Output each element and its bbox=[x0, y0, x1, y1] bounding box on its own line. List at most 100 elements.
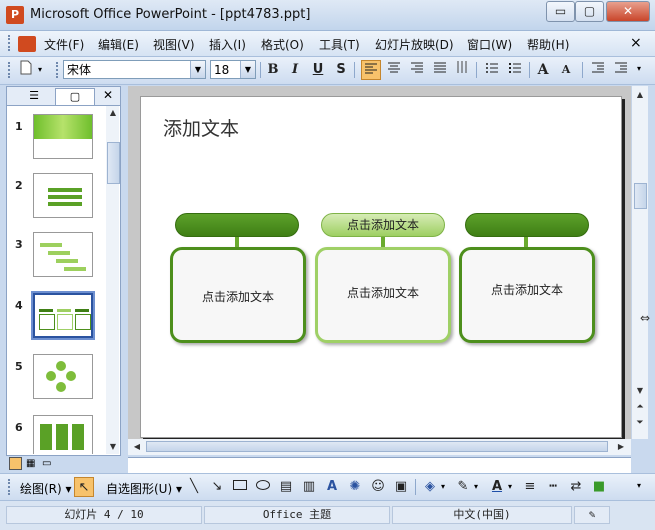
diagram-icon[interactable]: ✺ bbox=[345, 477, 365, 497]
scroll-down-icon[interactable]: ▼ bbox=[633, 384, 647, 398]
toolbar-grip[interactable] bbox=[8, 35, 13, 51]
spellcheck-icon[interactable]: ✎ bbox=[574, 506, 610, 524]
numbered-list-icon[interactable] bbox=[482, 60, 502, 80]
arrow-tool-icon[interactable]: ↘ bbox=[207, 477, 227, 497]
previous-slide-icon[interactable]: ⏶ bbox=[633, 400, 647, 414]
dropdown-arrow-icon[interactable]: ▾ bbox=[38, 65, 42, 74]
font-color-icon[interactable]: A bbox=[487, 477, 507, 497]
menu-insert[interactable]: 插入(I) bbox=[209, 36, 246, 53]
bold-button[interactable]: B bbox=[263, 60, 283, 80]
menu-view[interactable]: 视图(V) bbox=[153, 36, 195, 53]
minimize-button[interactable]: ▭ bbox=[546, 1, 575, 22]
grow-font-button[interactable]: A bbox=[533, 60, 553, 80]
menu-help[interactable]: 帮助(H) bbox=[527, 36, 569, 53]
chevron-down-icon[interactable]: ▾ bbox=[441, 482, 445, 491]
slide-thumbnail-2[interactable] bbox=[33, 173, 93, 218]
font-size-select[interactable]: 18 ▼ bbox=[210, 60, 256, 79]
oval-tool-icon[interactable] bbox=[253, 477, 273, 497]
shrink-font-button[interactable]: A bbox=[556, 60, 576, 80]
align-left-icon[interactable] bbox=[361, 60, 381, 80]
text-shadow-button[interactable]: S bbox=[331, 60, 351, 80]
current-slide[interactable]: 添加文本 点击添加文本 点击添加文本 点击添加文本 点击添加文本 bbox=[140, 96, 622, 438]
menu-format[interactable]: 格式(O) bbox=[261, 36, 304, 53]
align-right-icon[interactable] bbox=[407, 60, 427, 80]
dash-style-icon[interactable]: ┅ bbox=[543, 477, 563, 497]
text-box-1[interactable]: 点击添加文本 bbox=[170, 247, 306, 343]
bulleted-list-icon[interactable] bbox=[505, 60, 525, 80]
align-center-icon[interactable] bbox=[384, 60, 404, 80]
arrow-style-icon[interactable]: ⇄ bbox=[566, 477, 586, 497]
underline-button[interactable]: U bbox=[308, 60, 328, 80]
chevron-down-icon[interactable]: ▼ bbox=[190, 61, 205, 78]
header-pill-1[interactable] bbox=[175, 213, 299, 237]
toolbar-grip[interactable] bbox=[8, 62, 13, 78]
line-tool-icon[interactable]: ╲ bbox=[184, 477, 204, 497]
scroll-thumb[interactable] bbox=[146, 441, 608, 452]
chevron-down-icon[interactable]: ▼ bbox=[240, 61, 255, 78]
close-document-button[interactable]: × bbox=[630, 35, 642, 51]
scroll-up-icon[interactable]: ▲ bbox=[106, 106, 120, 120]
notes-pane[interactable] bbox=[128, 457, 631, 474]
line-color-icon[interactable]: ✎ bbox=[453, 477, 473, 497]
slideshow-icon[interactable]: ▭ bbox=[42, 457, 55, 470]
fill-color-icon[interactable]: ◈ bbox=[420, 477, 440, 497]
slide-thumbnail-6[interactable] bbox=[33, 415, 93, 454]
vertical-text-box-icon[interactable]: ▥ bbox=[299, 477, 319, 497]
toolbar-grip[interactable] bbox=[56, 62, 61, 78]
scroll-down-icon[interactable]: ▼ bbox=[106, 440, 120, 454]
chevron-down-icon[interactable]: ▾ bbox=[474, 482, 478, 491]
restore-button[interactable]: ▢ bbox=[575, 1, 604, 22]
text-direction-icon[interactable] bbox=[452, 60, 472, 80]
decrease-indent-icon[interactable] bbox=[588, 60, 608, 80]
header-pill-2[interactable]: 点击添加文本 bbox=[321, 213, 445, 237]
draw-menu-button[interactable]: 绘图(R) ▾ bbox=[20, 480, 72, 497]
text-box-3[interactable]: 点击添加文本 bbox=[459, 247, 595, 343]
scroll-thumb[interactable] bbox=[107, 142, 120, 184]
rectangle-tool-icon[interactable] bbox=[230, 477, 250, 497]
distribute-icon[interactable] bbox=[430, 60, 450, 80]
scroll-left-icon[interactable]: ◀ bbox=[130, 440, 144, 454]
slide-title[interactable]: 添加文本 bbox=[163, 114, 239, 141]
chevron-down-icon[interactable]: ▾ bbox=[508, 482, 512, 491]
document-icon[interactable] bbox=[18, 36, 36, 52]
normal-view-icon[interactable] bbox=[9, 457, 22, 470]
menu-tools[interactable]: 工具(T) bbox=[319, 36, 360, 53]
slide-thumbnail-4[interactable] bbox=[31, 291, 95, 340]
increase-indent-icon[interactable] bbox=[611, 60, 631, 80]
select-pointer-icon[interactable]: ↖ bbox=[74, 477, 94, 497]
tab-outline[interactable]: ☰ bbox=[15, 88, 53, 104]
close-pane-icon[interactable]: ✕ bbox=[103, 88, 113, 102]
powerpoint-app-icon[interactable]: P bbox=[6, 6, 24, 24]
slide-thumbnail-1[interactable] bbox=[33, 114, 93, 159]
scroll-thumb[interactable] bbox=[634, 183, 647, 209]
vertical-scrollbar[interactable]: ▲ ▼ ⏶ ⏷ bbox=[631, 86, 648, 439]
toolbar-options-icon[interactable]: ▾ bbox=[637, 64, 641, 73]
clip-art-icon[interactable]: ☺ bbox=[368, 477, 388, 497]
toolbar-grip[interactable] bbox=[8, 479, 13, 495]
font-name-select[interactable]: 宋体 ▼ bbox=[63, 60, 206, 79]
menu-file[interactable]: 文件(F) bbox=[44, 36, 84, 53]
menu-edit[interactable]: 编辑(E) bbox=[98, 36, 139, 53]
slide-thumbnail-5[interactable] bbox=[33, 354, 93, 399]
header-pill-3[interactable] bbox=[465, 213, 589, 237]
autoshapes-menu-button[interactable]: 自选图形(U) ▾ bbox=[106, 480, 182, 497]
tab-slides[interactable]: ▢ bbox=[55, 88, 95, 105]
slide-thumbnail-3[interactable] bbox=[33, 232, 93, 277]
horizontal-scrollbar[interactable]: ◀ ▶ bbox=[128, 439, 631, 455]
toolbar-options-icon[interactable]: ▾ bbox=[637, 481, 641, 490]
new-doc-icon[interactable] bbox=[16, 60, 36, 80]
text-box-tool-icon[interactable]: ▤ bbox=[276, 477, 296, 497]
scroll-up-icon[interactable]: ▲ bbox=[633, 88, 647, 102]
close-window-button[interactable]: ✕ bbox=[606, 1, 650, 22]
thumbnail-scrollbar[interactable]: ▲ ▼ bbox=[106, 106, 120, 454]
wordart-icon[interactable]: A bbox=[322, 477, 342, 497]
italic-button[interactable]: I bbox=[285, 60, 305, 80]
slide-sorter-icon[interactable]: ▦ bbox=[26, 457, 39, 470]
next-slide-icon[interactable]: ⏷ bbox=[633, 416, 647, 430]
shadow-style-icon[interactable]: ■ bbox=[589, 477, 609, 497]
insert-picture-icon[interactable]: ▣ bbox=[391, 477, 411, 497]
line-style-icon[interactable]: ≡ bbox=[520, 477, 540, 497]
menu-slideshow[interactable]: 幻灯片放映(D) bbox=[375, 36, 454, 53]
menu-window[interactable]: 窗口(W) bbox=[467, 36, 512, 53]
scroll-right-icon[interactable]: ▶ bbox=[614, 440, 628, 454]
